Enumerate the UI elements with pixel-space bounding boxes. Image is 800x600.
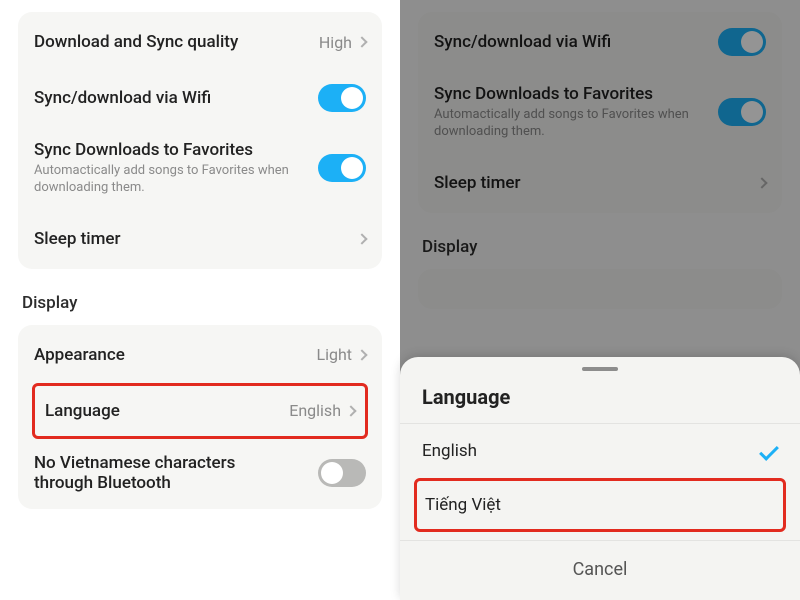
settings-card: Download and Sync quality High Sync/down… — [18, 12, 382, 269]
chevron-right-icon — [345, 405, 356, 416]
cancel-button[interactable]: Cancel — [400, 540, 800, 600]
row-language[interactable]: Language English — [32, 383, 368, 439]
option-label: Tiếng Việt — [425, 495, 501, 515]
option-label: English — [422, 441, 477, 461]
language-option-english[interactable]: English — [400, 424, 800, 478]
toggle-wifi-sync[interactable] — [318, 84, 366, 112]
language-option-vietnamese[interactable]: Tiếng Việt — [414, 478, 786, 532]
chevron-right-icon — [356, 36, 367, 47]
row-title: Appearance — [34, 345, 316, 365]
row-title: Sync Downloads to Favorites — [34, 140, 318, 160]
section-label-display: Display — [18, 283, 382, 325]
row-sync-favorites[interactable]: Sync Downloads to Favorites Automactical… — [32, 126, 368, 211]
row-title: Language — [45, 401, 289, 421]
row-subtitle: Automactically add songs to Favorites wh… — [34, 163, 318, 197]
row-title: Sync/download via Wifi — [34, 88, 318, 108]
value-label: High — [319, 33, 352, 52]
row-vn-chars[interactable]: No Vietnamese characters through Bluetoo… — [32, 439, 368, 507]
display-card: Appearance Light Language English No Vie… — [18, 325, 382, 509]
toggle-vn-chars[interactable] — [318, 459, 366, 487]
chevron-right-icon — [356, 349, 367, 360]
row-wifi-sync[interactable]: Sync/download via Wifi — [32, 70, 368, 126]
row-title: Sleep timer — [34, 229, 358, 249]
row-title: Download and Sync quality — [34, 32, 319, 52]
value-label: Light — [316, 345, 352, 364]
chevron-right-icon — [356, 233, 367, 244]
language-sheet: Language English Tiếng Việt Cancel — [400, 357, 800, 600]
check-icon — [759, 441, 779, 461]
row-title: No Vietnamese characters through Bluetoo… — [34, 453, 294, 493]
row-sleep-timer[interactable]: Sleep timer — [32, 211, 368, 267]
sheet-title: Language — [400, 385, 800, 424]
row-appearance[interactable]: Appearance Light — [32, 327, 368, 383]
sheet-handle[interactable] — [582, 367, 618, 371]
toggle-sync-favorites[interactable] — [318, 154, 366, 182]
settings-panel-right: Sync/download via Wifi Sync Downloads to… — [400, 0, 800, 600]
row-download-quality[interactable]: Download and Sync quality High — [32, 14, 368, 70]
value-label: English — [289, 401, 341, 420]
settings-panel-left: Download and Sync quality High Sync/down… — [0, 0, 400, 600]
